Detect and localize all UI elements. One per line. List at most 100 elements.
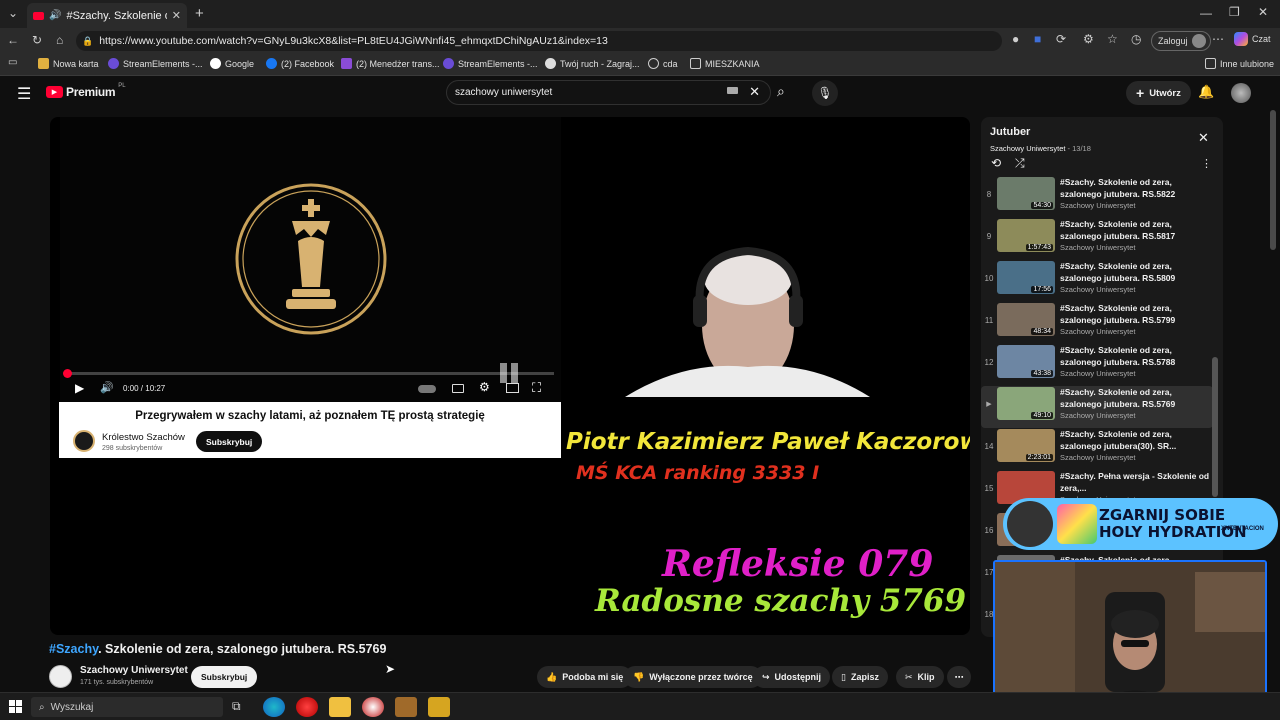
ad-subscribe-button[interactable]: Subskrybuj — [196, 431, 263, 452]
app-icon[interactable] — [395, 697, 417, 717]
bookmark-item[interactable]: StreamElements -... — [443, 58, 538, 69]
save-button[interactable]: ▯ Zapisz — [832, 666, 888, 688]
hashtag-link[interactable]: #Szachy — [49, 642, 98, 656]
playlist-item[interactable]: 14 2:23:01 #Szachy. Szkolenie od zera, sza… — [981, 428, 1213, 470]
profile-button[interactable]: Zaloguj — [1151, 31, 1211, 51]
clear-search-icon[interactable]: ✕ — [749, 84, 760, 100]
play-icon[interactable]: ▶ — [75, 381, 84, 395]
channel-avatar[interactable] — [49, 665, 72, 688]
playlist-item[interactable]: 8 54:30 #Szachy. Szkolenie od zera, szalon… — [981, 176, 1213, 218]
browser-tab-active[interactable]: 🔊 #Szachy. Szkolenie od zera, sz ✕ — [27, 3, 187, 28]
video-thumbnail[interactable]: 54:30 — [997, 177, 1055, 210]
playlist-item[interactable]: 11 48:34 #Szachy. Szkolenie od zera, szalo… — [981, 302, 1213, 344]
more-menu-icon[interactable]: ⋯ — [1212, 32, 1224, 46]
bookmark-item[interactable]: Google — [210, 58, 254, 69]
settings-gear-icon[interactable]: ⚙ — [479, 380, 490, 394]
tab-list-chevron-icon[interactable]: ⌄ — [8, 6, 18, 20]
app-icon[interactable] — [428, 697, 450, 717]
progress-scrubber[interactable] — [63, 369, 72, 378]
autoplay-toggle[interactable] — [418, 385, 436, 393]
channel-name[interactable]: Szachowy Uniwersytet — [80, 665, 188, 676]
page-scrollbar[interactable] — [1270, 110, 1276, 250]
video-thumbnail[interactable]: 48:34 — [997, 303, 1055, 336]
search-input[interactable]: szachowy uniwersytet ✕ — [446, 80, 771, 105]
extension-refresh-icon[interactable]: ⟳ — [1056, 32, 1066, 46]
playlist-item[interactable]: 12 43:38 #Szachy. Szkolenie od zera, szalo… — [981, 344, 1213, 386]
maximize-window-icon[interactable]: ❐ — [1229, 5, 1240, 19]
bookmark-item[interactable]: (2) Facebook — [266, 58, 334, 69]
opera-browser-icon[interactable] — [296, 697, 318, 717]
close-window-icon[interactable]: ✕ — [1258, 5, 1268, 19]
share-button[interactable]: ↪ Udostępnij — [753, 666, 831, 688]
loop-icon[interactable]: ⟲ — [991, 156, 1001, 170]
create-button[interactable]: + Utwórz — [1126, 81, 1191, 105]
video-thumbnail[interactable]: 17:56 — [997, 261, 1055, 294]
clip-button[interactable]: ✂ Klip — [896, 666, 944, 688]
fullscreen-icon[interactable]: ⛶ — [532, 380, 541, 396]
ad-headline[interactable]: Przegrywałem w szachy latami, aż poznałe… — [59, 410, 561, 422]
windows-start-icon[interactable] — [9, 700, 22, 713]
task-view-icon[interactable]: ⧉ — [232, 699, 241, 714]
subscribe-button[interactable]: Subskrybuj — [191, 666, 258, 688]
extensions-puzzle-icon[interactable]: ⚙ — [1083, 32, 1094, 46]
bookmark-folder[interactable]: MIESZKANIA — [690, 58, 760, 69]
youtube-logo[interactable]: ▶ Premium PL — [46, 83, 126, 99]
keyboard-icon[interactable] — [727, 87, 738, 94]
extension-icon[interactable]: ● — [1012, 32, 1019, 46]
bookmark-item[interactable]: Twój ruch - Zagraj... — [545, 58, 640, 69]
video-thumbnail[interactable]: 43:38 — [997, 345, 1055, 378]
collections-icon[interactable]: ▭ — [8, 57, 17, 68]
like-button[interactable]: 👍 Podoba mi się — [537, 666, 633, 688]
ad-channel-name[interactable]: Królestwo Szachów — [102, 432, 185, 443]
file-explorer-icon[interactable] — [329, 697, 351, 717]
playlist-menu-icon[interactable]: ⋮ — [1201, 157, 1212, 170]
bookmark-item[interactable]: (2) Menedżer trans... — [341, 58, 440, 69]
progress-bar[interactable] — [63, 369, 554, 378]
favorites-star-icon[interactable]: ☆ — [1107, 32, 1118, 46]
address-bar[interactable]: 🔒 https://www.youtube.com/watch?v=GNyL9u… — [76, 31, 1002, 51]
new-tab-plus-icon[interactable]: + — [195, 5, 204, 22]
video-thumbnail[interactable]: 1:57:43 — [997, 219, 1055, 252]
avatar[interactable] — [1231, 83, 1251, 103]
shuffle-icon[interactable]: ⤮ — [1015, 156, 1025, 171]
other-favorites-folder[interactable]: Inne ulubione — [1205, 58, 1274, 69]
search-icon[interactable]: ⌕ — [777, 83, 785, 100]
copilot-button[interactable]: Czat — [1234, 32, 1271, 46]
bookmark-item[interactable]: StreamElements -... — [108, 58, 203, 69]
more-actions-button[interactable]: ⋯ — [947, 666, 971, 688]
close-playlist-icon[interactable]: ✕ — [1198, 130, 1209, 146]
dislike-button[interactable]: 👎 Wyłączone przez twórcę — [624, 666, 762, 688]
edge-browser-icon[interactable] — [263, 697, 285, 717]
reload-icon[interactable]: ↻ — [32, 33, 42, 47]
hamburger-menu-icon[interactable]: ☰ — [17, 84, 31, 104]
playlist-scrollbar[interactable] — [1212, 357, 1218, 497]
video-thumbnail[interactable]: 49:10 — [997, 387, 1055, 420]
volume-icon[interactable]: 🔊 — [100, 381, 114, 394]
playlist-title[interactable]: Jutuber — [990, 126, 1030, 138]
bookmark-item[interactable]: Nowa karta — [38, 58, 99, 69]
ad-channel-avatar[interactable] — [73, 430, 95, 452]
back-arrow-icon[interactable]: ← — [7, 33, 19, 47]
speaker-icon[interactable]: 🔊 — [49, 10, 61, 21]
app-icon[interactable] — [362, 697, 384, 717]
miniplayer-icon[interactable] — [506, 383, 519, 393]
notifications-bell-icon[interactable]: 🔔 — [1198, 84, 1214, 100]
playlist-item[interactable]: 10 17:56 #Szachy. Szkolenie od zera, szalo… — [981, 260, 1213, 302]
taskbar-search-box[interactable]: ⌕ Wyszukaj — [31, 697, 223, 717]
ad-info-panel[interactable]: Przegrywałem w szachy latami, aż poznałe… — [59, 402, 561, 458]
embedded-ad-video[interactable]: ▶ 🔊 0:00 / 10:27 ⚙ ⛶ — [60, 117, 561, 402]
minimize-window-icon[interactable]: — — [1200, 6, 1212, 20]
home-icon[interactable]: ⌂ — [56, 33, 63, 47]
video-player[interactable]: ▶ 🔊 0:00 / 10:27 ⚙ ⛶ Przegrywałem w szac… — [50, 117, 970, 635]
history-icon[interactable]: ◷ — [1131, 32, 1141, 46]
playlist-owner[interactable]: Szachowy Uniwersytet — [990, 144, 1065, 153]
playlist-item-current[interactable]: ▶ 49:10 #Szachy. Szkolenie od zera, szalon… — [981, 386, 1213, 428]
microphone-icon[interactable]: 🎙 — [812, 80, 838, 106]
bookmark-item[interactable]: cda — [648, 58, 678, 69]
playlist-item[interactable]: 9 1:57:43 #Szachy. Szkolenie od zera, szal… — [981, 218, 1213, 260]
extension-shield-icon[interactable]: ■ — [1034, 32, 1041, 46]
video-thumbnail[interactable]: 2:23:01 — [997, 429, 1055, 462]
subtitles-icon[interactable] — [452, 384, 464, 393]
site-info-icon[interactable]: 🔒 — [82, 36, 93, 47]
close-tab-icon[interactable]: ✕ — [172, 9, 181, 22]
